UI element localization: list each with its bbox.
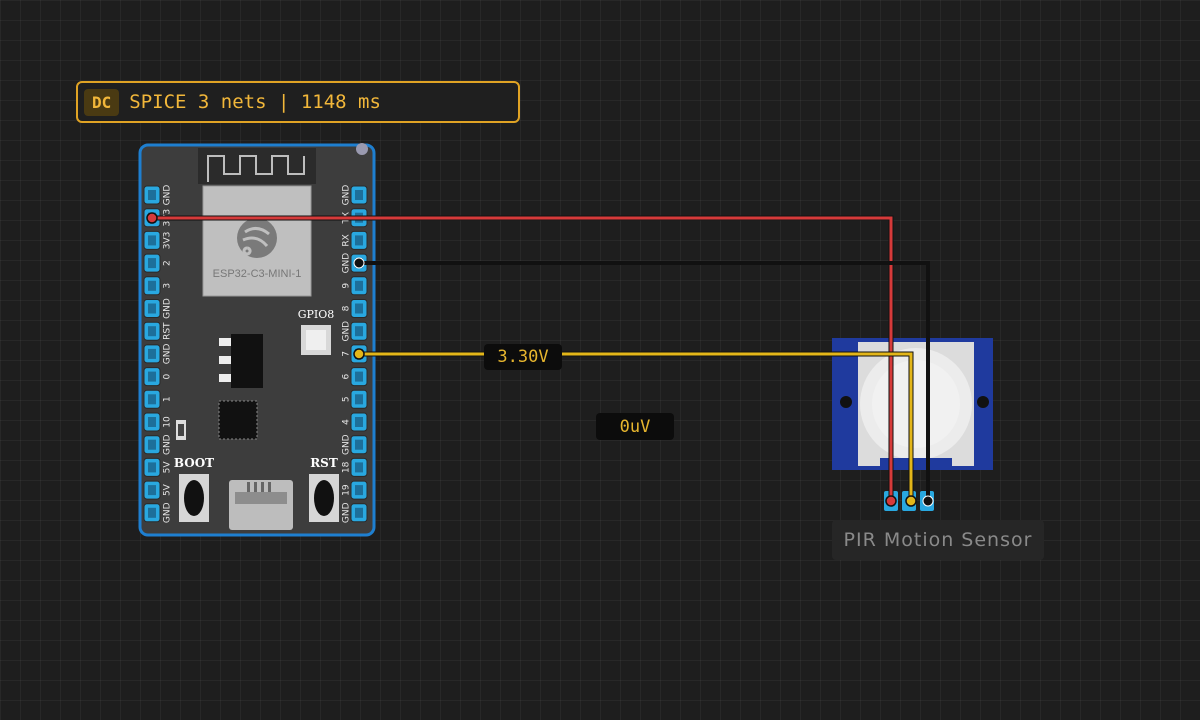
right-header-pin-hole — [355, 417, 363, 427]
voltage-label-vcc: 3.30V — [484, 344, 562, 370]
left-header-pin-label: GND — [163, 344, 173, 365]
left-header-pin-hole — [148, 258, 156, 269]
right-header-pin-hole — [355, 303, 363, 314]
left-header-pin-hole — [148, 417, 156, 427]
right-header-pin-hole — [355, 485, 363, 496]
right-header-pin-label: 7 — [342, 351, 352, 357]
left-header-pin-hole — [148, 280, 156, 291]
left-header-pin-hole — [148, 394, 156, 405]
right-header-pin-label: 9 — [342, 283, 352, 289]
left-header-pin-label: 2 — [163, 260, 173, 266]
left-header-pin-label: 5V — [163, 483, 173, 496]
left-header-pin-hole — [148, 235, 156, 246]
left-header-pin-hole — [148, 303, 156, 314]
right-header-pin-hole — [355, 462, 363, 473]
right-header-pin-hole — [355, 190, 363, 200]
right-header-pin-label: GND — [342, 253, 352, 274]
right-header-pin-hole — [355, 439, 363, 450]
right-header-pin-label: 5 — [342, 396, 352, 402]
pir-sensor-caption: PIR Motion Sensor — [832, 520, 1044, 560]
boot-label: BOOT — [174, 456, 214, 470]
usb-uart-chip — [218, 400, 258, 440]
left-header-pin-hole — [148, 485, 156, 496]
right-header-pin-label: 8 — [342, 305, 352, 311]
mounting-hole — [356, 143, 368, 155]
module-label: ESP32-C3-MINI-1 — [213, 268, 302, 280]
right-header-pin-label: GND — [342, 185, 352, 206]
left-header-pin-label: GND — [163, 185, 173, 206]
left-header-pin-hole — [148, 371, 156, 382]
left-header-pin-hole — [148, 462, 156, 473]
voltage-regulator — [219, 334, 263, 388]
antenna-pcb-trace — [198, 148, 316, 184]
right-header-pin-hole — [355, 326, 363, 337]
left-header-pin-label: RST — [163, 322, 173, 340]
pir-mount-hole-right — [977, 396, 989, 408]
left-header-pin-label: 1 — [163, 396, 173, 402]
left-pin-header: GND3V33V323GNDRSTGND0110GND5V5VGND — [143, 185, 173, 523]
circuit-canvas: ESP32-C3-MINI-1 GPIO8 BOOT RST GND3V33V3… — [138, 143, 993, 537]
usb-c-connector — [229, 480, 293, 530]
right-header-pin-hole — [355, 235, 363, 246]
left-header-pin-hole — [148, 326, 156, 337]
right-header-pin-hole — [355, 394, 363, 405]
right-header-pin-hole — [355, 371, 363, 382]
left-header-pin-label: GND — [163, 298, 173, 319]
left-header-pin-hole — [148, 507, 156, 518]
left-header-pin-hole — [148, 439, 156, 450]
left-header-pin-label: GND — [163, 434, 173, 455]
rst-label: RST — [310, 456, 338, 470]
boot-button[interactable] — [179, 474, 209, 522]
left-header-pin-label: 0 — [163, 373, 173, 379]
right-header-pin-label: GND — [342, 434, 352, 455]
pir-mount-hole-left — [840, 396, 852, 408]
reset-button[interactable] — [309, 474, 339, 522]
right-header-pin-hole — [355, 280, 363, 291]
right-header-pin-hole — [355, 507, 363, 518]
left-header-pin-label: GND — [163, 502, 173, 523]
left-header-pin-label: 10 — [163, 416, 173, 428]
esp32-c3-devkit[interactable]: ESP32-C3-MINI-1 GPIO8 BOOT RST GND3V33V3… — [138, 143, 376, 537]
right-header-pin-label: 4 — [342, 419, 352, 425]
right-header-pin-label: GND — [342, 321, 352, 342]
left-header-pin-label: 3V3 — [163, 232, 173, 250]
right-header-pin-label: 6 — [342, 373, 352, 379]
left-header-pin-label: 5V — [163, 461, 173, 474]
esp32-c3-mini-1-module: ESP32-C3-MINI-1 — [202, 185, 312, 297]
left-header-pin-hole — [148, 190, 156, 200]
right-header-pin-label: 19 — [342, 484, 352, 496]
right-header-pin-label: GND — [342, 502, 352, 523]
right-header-pin-label: 18 — [342, 461, 352, 473]
left-header-pin-label: 3 — [163, 283, 173, 289]
voltage-label-signal: 0uV — [596, 413, 674, 440]
gpio8-label: GPIO8 — [298, 308, 335, 321]
left-header-pin-hole — [148, 348, 156, 359]
right-header-pin-label: RX — [342, 234, 352, 246]
